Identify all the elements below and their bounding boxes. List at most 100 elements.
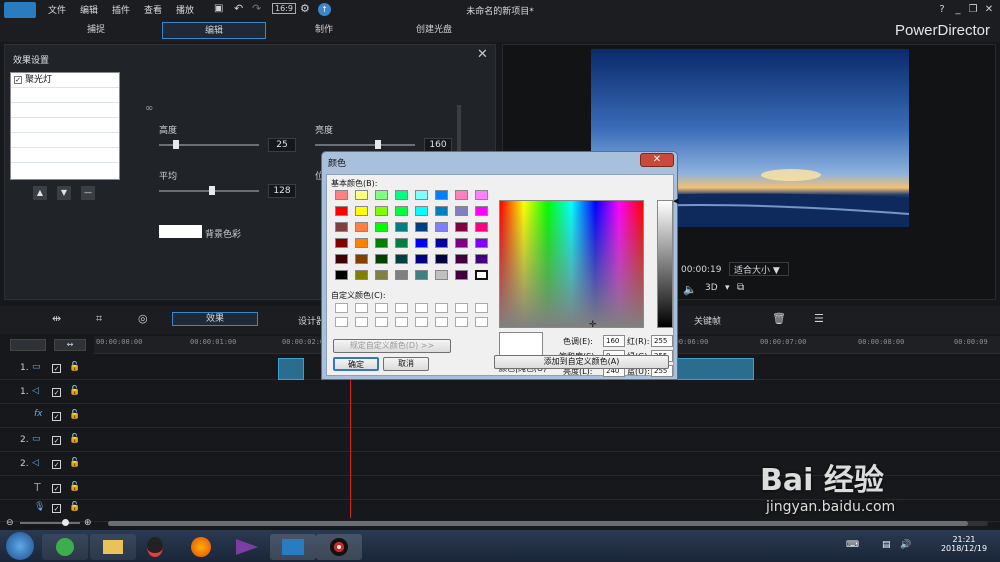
- define-custom-button[interactable]: 规定自定义颜色(D) >>: [333, 339, 451, 353]
- color-swatch[interactable]: [355, 190, 368, 200]
- remove-button[interactable]: —: [81, 186, 95, 200]
- color-swatch[interactable]: [435, 206, 448, 216]
- video-clip[interactable]: [676, 358, 754, 380]
- close-button[interactable]: ✕: [982, 3, 996, 17]
- custom-color-swatch[interactable]: [355, 303, 368, 313]
- lock-icon[interactable]: 🔓: [69, 458, 80, 468]
- powerdirector-app[interactable]: [270, 534, 316, 560]
- move-up-button[interactable]: ▲: [33, 186, 47, 200]
- average-value[interactable]: 128: [268, 184, 296, 198]
- color-swatch[interactable]: [435, 270, 448, 280]
- hue-input[interactable]: 160: [603, 335, 625, 347]
- color-swatch[interactable]: [475, 270, 488, 280]
- custom-color-swatch[interactable]: [475, 317, 488, 327]
- color-swatch[interactable]: [475, 190, 488, 200]
- color-swatch[interactable]: [455, 206, 468, 216]
- external-preview-icon[interactable]: ⧉: [737, 282, 744, 293]
- color-swatch[interactable]: [375, 270, 388, 280]
- track-enable-checkbox[interactable]: ✓: [52, 388, 61, 397]
- custom-color-swatch[interactable]: [375, 303, 388, 313]
- move-down-button[interactable]: ▼: [57, 186, 71, 200]
- media-app[interactable]: [224, 534, 270, 560]
- ok-button[interactable]: 确定: [333, 357, 379, 371]
- custom-color-swatch[interactable]: [435, 303, 448, 313]
- custom-color-swatch[interactable]: [395, 303, 408, 313]
- network-icon[interactable]: ▤: [882, 540, 891, 550]
- color-swatch[interactable]: [435, 222, 448, 232]
- lock-icon[interactable]: 🔓: [69, 362, 80, 372]
- list-item[interactable]: ✓ 聚光灯: [11, 73, 119, 88]
- track-enable-checkbox[interactable]: ✓: [52, 460, 61, 469]
- lock-icon[interactable]: 🔓: [69, 434, 80, 444]
- menu-view[interactable]: 查看: [144, 3, 162, 16]
- effect-tab[interactable]: 效果: [172, 312, 258, 326]
- custom-color-swatch[interactable]: [335, 303, 348, 313]
- volume-icon[interactable]: 🔈: [683, 283, 697, 296]
- color-swatch[interactable]: [435, 254, 448, 264]
- fit-timeline-button[interactable]: ↔: [54, 339, 86, 351]
- zoom-out-icon[interactable]: ⊖: [6, 518, 14, 528]
- color-swatch[interactable]: [455, 222, 468, 232]
- explorer-app[interactable]: [90, 534, 136, 560]
- timeline-scrollbar[interactable]: [108, 521, 988, 526]
- color-swatch[interactable]: [335, 190, 348, 200]
- track-manager-button[interactable]: [10, 339, 46, 351]
- track-enable-checkbox[interactable]: ✓: [52, 412, 61, 421]
- color-swatch[interactable]: [455, 270, 468, 280]
- menu-play[interactable]: 播放: [176, 3, 194, 16]
- keyboard-icon[interactable]: ⌨: [846, 540, 859, 550]
- firefox-app[interactable]: [178, 534, 224, 560]
- keyframe-button[interactable]: 关键帧: [694, 314, 721, 327]
- color-swatch[interactable]: [335, 254, 348, 264]
- color-spectrum[interactable]: [499, 200, 644, 328]
- zoom-in-icon[interactable]: ⊕: [84, 518, 92, 528]
- custom-color-swatch[interactable]: [415, 317, 428, 327]
- luminance-bar[interactable]: [657, 200, 673, 328]
- color-swatch[interactable]: [415, 222, 428, 232]
- height-slider[interactable]: [159, 140, 259, 149]
- lock-icon[interactable]: 🔓: [69, 386, 80, 396]
- lock-icon[interactable]: 🔓: [69, 482, 80, 492]
- brightness-value[interactable]: 160: [424, 138, 452, 152]
- color-swatch[interactable]: [335, 222, 348, 232]
- menu-edit[interactable]: 编辑: [80, 3, 98, 16]
- checkbox[interactable]: ✓: [14, 76, 22, 84]
- color-swatch[interactable]: [415, 254, 428, 264]
- track-enable-checkbox[interactable]: ✓: [52, 436, 61, 445]
- color-swatch[interactable]: [475, 206, 488, 216]
- custom-color-swatch[interactable]: [475, 303, 488, 313]
- color-swatch[interactable]: [395, 254, 408, 264]
- more-icon[interactable]: ☰: [814, 312, 824, 325]
- clock[interactable]: 21:21 2018/12/19: [936, 535, 992, 553]
- color-swatch[interactable]: [375, 254, 388, 264]
- minimize-button[interactable]: _: [951, 3, 965, 17]
- custom-color-swatch[interactable]: [415, 303, 428, 313]
- custom-color-swatch[interactable]: [355, 317, 368, 327]
- color-swatch[interactable]: [455, 238, 468, 248]
- color-swatch[interactable]: [435, 238, 448, 248]
- close-icon[interactable]: ✕: [640, 153, 674, 167]
- delete-icon[interactable]: 🗑: [772, 312, 786, 325]
- color-swatch[interactable]: [395, 206, 408, 216]
- color-swatch[interactable]: [475, 254, 488, 264]
- tab-create-disc[interactable]: 创建光盘: [382, 22, 486, 39]
- custom-color-swatch[interactable]: [455, 317, 468, 327]
- undo-icon[interactable]: ↶: [234, 2, 243, 15]
- luminance-arrow-icon[interactable]: ◀: [673, 197, 678, 205]
- recorder-app[interactable]: [316, 534, 362, 560]
- aspect-ratio-icon[interactable]: 16:9: [272, 3, 296, 14]
- track-enable-checkbox[interactable]: ✓: [52, 504, 61, 513]
- add-to-custom-button[interactable]: 添加到自定义颜色(A): [494, 355, 669, 369]
- cancel-button[interactable]: 取消: [383, 357, 429, 371]
- color-swatch[interactable]: [415, 190, 428, 200]
- color-swatch[interactable]: [395, 190, 408, 200]
- fix-enhance-icon[interactable]: ◎: [138, 312, 148, 325]
- color-swatch[interactable]: [375, 238, 388, 248]
- zoom-slider[interactable]: [20, 519, 80, 526]
- start-button[interactable]: [6, 532, 34, 560]
- menu-file[interactable]: 文件: [48, 3, 66, 16]
- close-icon[interactable]: ✕: [477, 47, 488, 62]
- custom-color-swatch[interactable]: [335, 317, 348, 327]
- help-button[interactable]: ?: [935, 3, 949, 17]
- link-icon[interactable]: ∞: [145, 103, 153, 114]
